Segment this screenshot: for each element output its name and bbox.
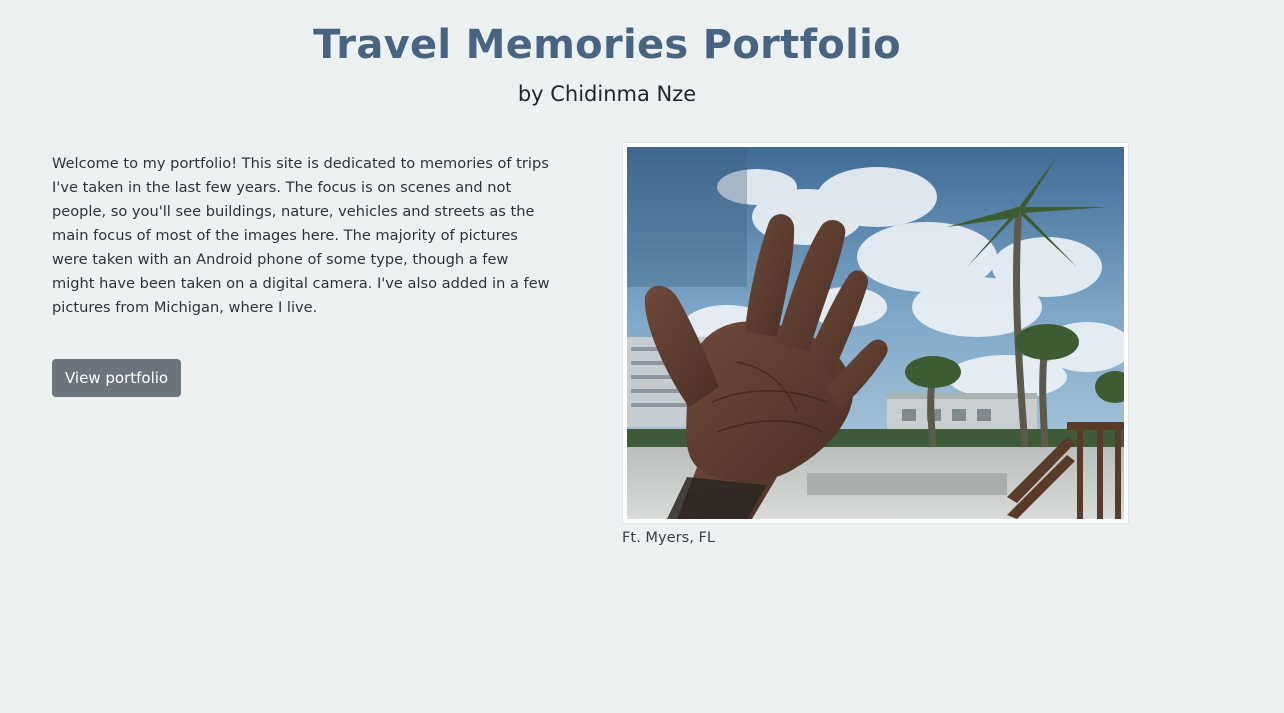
view-portfolio-button[interactable]: View portfolio	[52, 359, 182, 397]
featured-photo	[627, 147, 1124, 519]
page: Travel Memories Portfolio by Chidinma Nz…	[0, 0, 1284, 713]
page-subtitle: by Chidinma Nze	[517, 82, 697, 106]
page-title: Travel Memories Portfolio	[313, 22, 901, 68]
intro-paragraph: Welcome to my portfolio! This site is de…	[52, 155, 550, 316]
featured-photo-frame	[622, 142, 1129, 524]
photo-caption: Ft. Myers, FL	[622, 529, 716, 546]
